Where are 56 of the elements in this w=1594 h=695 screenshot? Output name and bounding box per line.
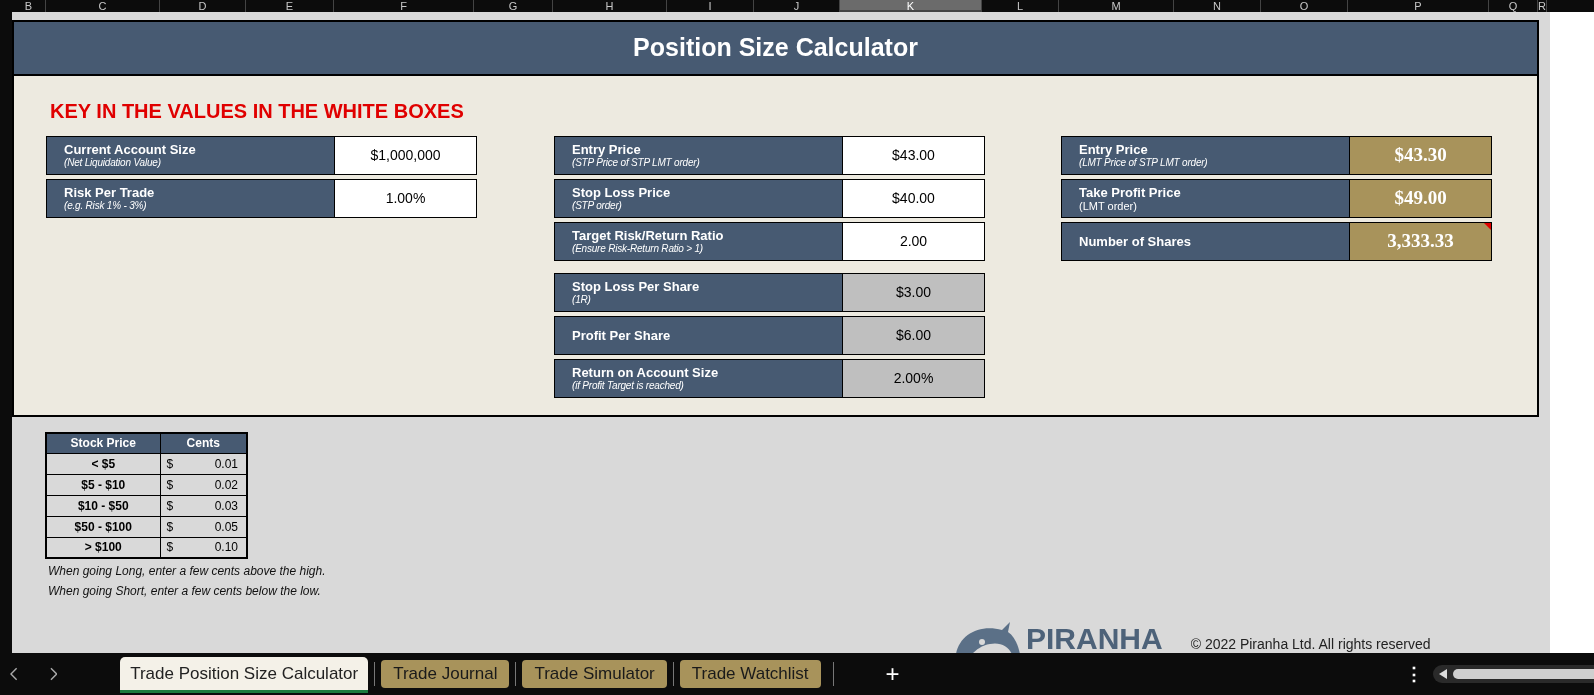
- value-cell: 3,333.33: [1350, 222, 1492, 261]
- instruction-heading: KEY IN THE VALUES IN THE WHITE BOXES: [50, 100, 464, 122]
- note-text: When going Short, enter a few cents below the low.: [48, 583, 322, 600]
- label-note: (STP order): [572, 200, 623, 212]
- column-header: Stock Price: [46, 433, 160, 453]
- value-cell: $3.00: [843, 273, 985, 312]
- label-note: (1R): [572, 294, 592, 306]
- input-field[interactable]: $1,000,000: [335, 136, 477, 175]
- menu-button[interactable]: ⋮: [1404, 660, 1423, 688]
- previous-sheet-icon[interactable]: [10, 667, 18, 681]
- label-text: Target Risk/Return Ratio: [572, 228, 725, 243]
- label-note: (STP Price of STP LMT order): [572, 157, 701, 169]
- label-text: Profit Per Share: [572, 328, 672, 343]
- value-cell: $49.00: [1350, 179, 1492, 218]
- scrollbar-thumb[interactable]: [1452, 669, 1594, 679]
- label-note: (Net Liquidation Value): [64, 157, 162, 169]
- table-cell: $5 - $10: [46, 474, 160, 495]
- table-cell: $10 - $50: [46, 495, 160, 516]
- table-cell: $50 - $100: [46, 516, 160, 537]
- scroll-left-icon[interactable]: [1438, 669, 1447, 679]
- logo-text: PIRANHA: [1026, 621, 1163, 654]
- label-text: Entry Price: [1079, 142, 1149, 157]
- sheet-tab[interactable]: Trade Simulator: [522, 660, 667, 688]
- label-text: Stop Loss Price: [572, 185, 672, 200]
- label-text: Current Account Size: [64, 142, 197, 157]
- table-cell: < $5: [46, 453, 160, 474]
- sheet-tab[interactable]: Trade Journal: [381, 660, 510, 688]
- copyright-text: © 2022 Piranha Ltd. All rights reserved: [1190, 635, 1431, 652]
- label-text: Risk Per Trade: [64, 185, 156, 200]
- label-text: Return on Account Size: [572, 365, 720, 380]
- label-note: (e.g. Risk 1% - 3%): [64, 200, 148, 212]
- sheet-tab[interactable]: Trade Position Size Calculator: [120, 657, 369, 693]
- horizontal-scrollbar[interactable]: [1432, 665, 1594, 683]
- next-sheet-icon[interactable]: [49, 667, 58, 681]
- value-cell: 2.00%: [843, 359, 985, 398]
- value-cell: $43.30: [1350, 136, 1492, 175]
- label-text: Take Profit Price: [1079, 185, 1182, 200]
- note-text: When going Long, enter a few cents above the high.: [48, 563, 327, 580]
- column-header[interactable]: K: [840, 0, 982, 12]
- label-note: (LMT order): [1079, 200, 1138, 212]
- input-field[interactable]: $40.00: [843, 179, 985, 218]
- sheet-tab[interactable]: Trade Watchlist: [679, 660, 821, 688]
- label-note: (Ensure Risk-Return Ratio > 1): [572, 243, 704, 255]
- label-text: Entry Price: [572, 142, 642, 157]
- label-text: Stop Loss Per Share: [572, 279, 701, 294]
- value-cell: $6.00: [843, 316, 985, 355]
- comment-indicator: [1484, 223, 1491, 230]
- input-field[interactable]: 1.00%: [335, 179, 477, 218]
- label-text: Number of Shares: [1079, 234, 1192, 249]
- input-field[interactable]: 2.00: [843, 222, 985, 261]
- add-sheet-button[interactable]: +: [885, 662, 900, 686]
- window-title: Position Size Calculator: [633, 32, 918, 64]
- label-note: (LMT Price of STP LMT order): [1079, 157, 1209, 169]
- input-field[interactable]: $43.00: [843, 136, 985, 175]
- label-note: (if Profit Target is reached): [572, 380, 685, 392]
- column-header: Cents: [160, 433, 247, 453]
